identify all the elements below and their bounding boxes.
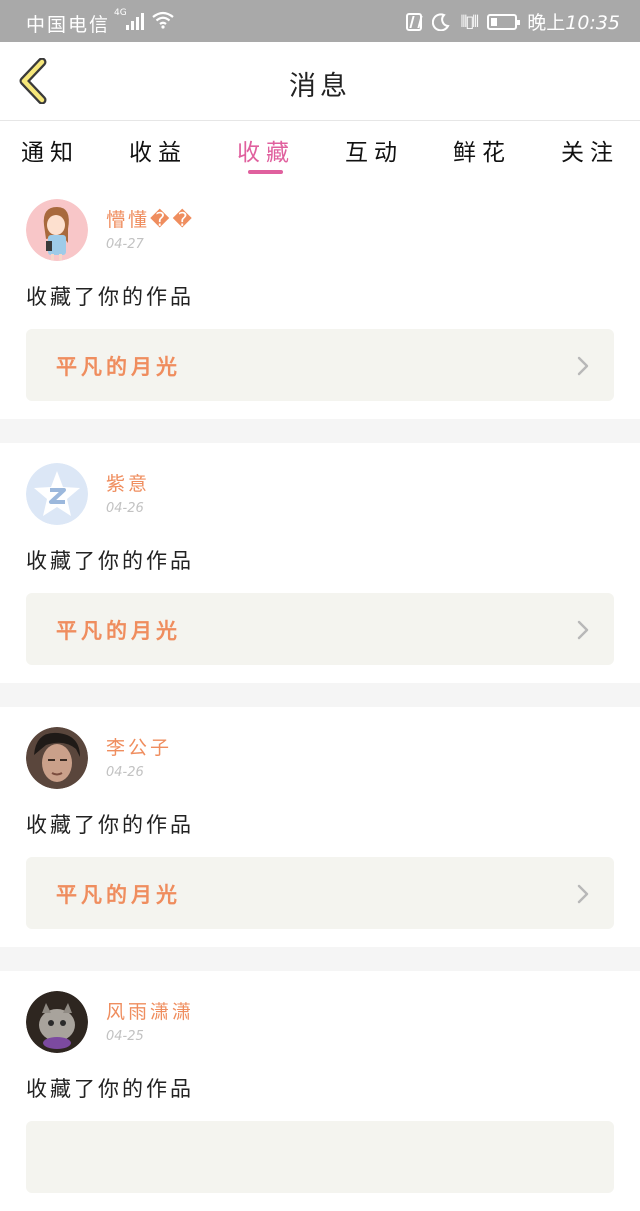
username[interactable]: 紫意 bbox=[106, 469, 150, 496]
list-divider bbox=[0, 419, 640, 443]
chevron-right-icon bbox=[577, 884, 589, 904]
tab-interaction[interactable]: 互动 bbox=[324, 133, 424, 167]
signal-icon bbox=[126, 12, 146, 30]
work-title: 平凡的月光 bbox=[56, 883, 181, 907]
username[interactable]: 李公子 bbox=[106, 733, 172, 760]
tab-bar: 通知 收益 收藏 互动 鲜花 关注 bbox=[0, 121, 640, 179]
page-title: 消息 bbox=[289, 71, 351, 102]
activity-text: 收藏了你的作品 bbox=[26, 549, 194, 573]
tab-flowers[interactable]: 鲜花 bbox=[432, 133, 532, 167]
moon-icon bbox=[432, 12, 450, 31]
status-bar: 中国电信 4G ⦀▯⦀ 晚上10:35 bbox=[0, 0, 640, 42]
work-link[interactable]: 平凡的月光 bbox=[26, 857, 614, 929]
photo-cat-avatar[interactable] bbox=[26, 991, 88, 1053]
wifi-icon bbox=[152, 11, 174, 29]
favorites-feed: 懵懂�� 04-27 收藏了你的作品 平凡的月光 紫意 04-26 收藏了你的作… bbox=[0, 179, 640, 1211]
activity-text: 收藏了你的作品 bbox=[26, 1077, 194, 1101]
list-item: 懵懂�� 04-27 收藏了你的作品 平凡的月光 bbox=[0, 179, 640, 419]
timestamp: 04-26 bbox=[106, 501, 144, 516]
activity-text: 收藏了你的作品 bbox=[26, 285, 194, 309]
timestamp: 04-25 bbox=[106, 1029, 144, 1044]
battery-icon bbox=[487, 13, 521, 30]
work-link[interactable] bbox=[26, 1121, 614, 1193]
chevron-right-icon bbox=[577, 356, 589, 376]
qzone-star-avatar[interactable] bbox=[26, 463, 88, 525]
cartoon-girl-avatar[interactable] bbox=[26, 199, 88, 261]
photo-man-avatar[interactable] bbox=[26, 727, 88, 789]
tab-follow[interactable]: 关注 bbox=[540, 133, 640, 167]
work-link[interactable]: 平凡的月光 bbox=[26, 593, 614, 665]
tab-income[interactable]: 收益 bbox=[108, 133, 208, 167]
app-header: 消息 bbox=[0, 42, 640, 121]
status-right-group: ⦀▯⦀ 晚上10:35 bbox=[406, 8, 620, 35]
username[interactable]: 懵懂�� bbox=[106, 205, 195, 232]
vibrate-icon: ⦀▯⦀ bbox=[460, 11, 479, 31]
time-label: 晚上10:35 bbox=[527, 12, 620, 34]
timestamp: 04-27 bbox=[106, 237, 144, 252]
nfc-icon bbox=[406, 12, 423, 31]
list-item: 李公子 04-26 收藏了你的作品 平凡的月光 bbox=[0, 707, 640, 947]
list-divider bbox=[0, 683, 640, 707]
list-divider bbox=[0, 947, 640, 971]
list-item: 紫意 04-26 收藏了你的作品 平凡的月光 bbox=[0, 443, 640, 683]
list-item: 风雨潇潇 04-25 收藏了你的作品 bbox=[0, 971, 640, 1211]
work-link[interactable]: 平凡的月光 bbox=[26, 329, 614, 401]
work-title: 平凡的月光 bbox=[56, 355, 181, 379]
timestamp: 04-26 bbox=[106, 765, 144, 780]
work-title: 平凡的月光 bbox=[56, 619, 181, 643]
username[interactable]: 风雨潇潇 bbox=[106, 997, 194, 1024]
active-tab-indicator bbox=[248, 170, 283, 174]
activity-text: 收藏了你的作品 bbox=[26, 813, 194, 837]
chevron-right-icon bbox=[577, 620, 589, 640]
tab-favorites[interactable]: 收藏 bbox=[216, 133, 316, 167]
carrier-label: 中国电信 bbox=[26, 14, 111, 36]
network-type-label: 4G bbox=[114, 8, 127, 18]
tab-notify[interactable]: 通知 bbox=[0, 133, 100, 167]
